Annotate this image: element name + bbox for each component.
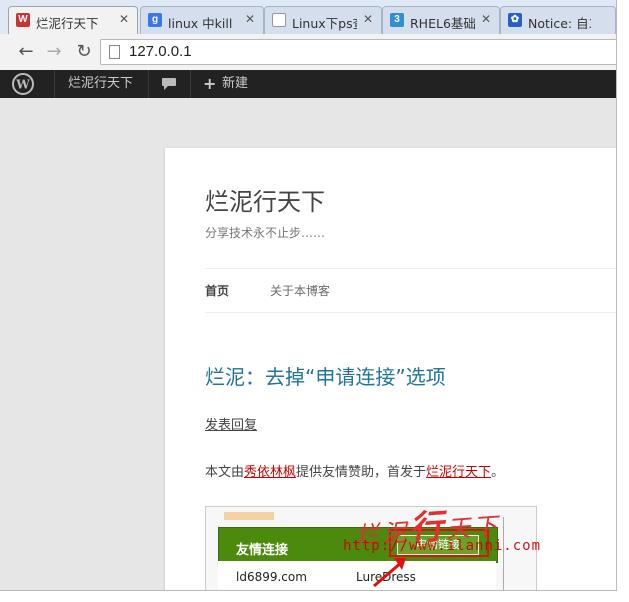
forward-arrow-icon[interactable]: → <box>42 40 66 64</box>
divider <box>503 517 504 590</box>
divider <box>54 70 55 98</box>
close-icon[interactable]: ✕ <box>363 12 373 26</box>
comment-bubble-icon[interactable] <box>160 70 180 98</box>
number-3-icon: 3 <box>390 13 404 27</box>
decor-strip <box>224 512 274 520</box>
tab-title: linux 中kill <box>168 16 233 31</box>
page-icon <box>272 13 286 27</box>
intro-text: 本文由 <box>205 465 245 480</box>
tab-3[interactable]: Linux下ps查 ✕ <box>264 6 382 34</box>
nav-item-about[interactable]: 关于本博客 <box>270 282 330 299</box>
reload-icon[interactable]: ↻ <box>72 40 96 64</box>
divider <box>205 268 616 269</box>
tab-4[interactable]: 3 RHEL6基础 ✕ <box>382 6 500 34</box>
links-header-title: 友情连接 <box>236 543 289 558</box>
admin-bar-new[interactable]: 新建 <box>222 70 248 98</box>
tab-title: Notice: 自3 <box>528 16 591 31</box>
divider <box>205 312 616 313</box>
close-icon[interactable]: ✕ <box>119 12 129 26</box>
close-icon[interactable]: ✕ <box>481 12 491 26</box>
tab-strip: W 烂泥行天下 ✕ g linux 中kill ✕ Linux下ps查 ✕ 3 … <box>0 0 616 34</box>
google-icon: g <box>148 13 162 27</box>
tab-1[interactable]: W 烂泥行天下 ✕ <box>8 6 138 34</box>
wordpress-icon: W <box>16 13 30 27</box>
url-text: 127.0.0.1 <box>129 43 192 60</box>
close-icon[interactable]: ✕ <box>245 12 255 26</box>
divider <box>190 70 191 98</box>
leave-reply-link[interactable]: 发表回复 <box>205 414 257 433</box>
nav-item-home[interactable]: 首页 <box>205 282 229 299</box>
intro-text: 提供友情赞助，首发于 <box>296 465 427 480</box>
browser-toolbar: ← → ↻ 127.0.0.1 <box>0 34 616 71</box>
arrow-annotation-icon <box>373 558 406 588</box>
back-arrow-icon[interactable]: ← <box>14 40 38 64</box>
site-description: 分享技术永不止步…… <box>205 226 326 240</box>
plus-icon[interactable]: + <box>203 70 216 98</box>
page-icon <box>109 45 120 59</box>
post-intro: 本文由秀依林枫提供友情赞助，首发于烂泥行天下。 <box>205 461 504 480</box>
intro-text: 。 <box>491 465 505 480</box>
tab-title: Linux下ps查 <box>292 16 357 31</box>
sponsor-link[interactable]: 秀依林枫 <box>244 465 296 480</box>
site-title[interactable]: 烂泥行天下 <box>205 182 325 217</box>
address-bar[interactable]: 127.0.0.1 <box>100 39 616 65</box>
browser-window: W 烂泥行天下 ✕ g linux 中kill ✕ Linux下ps查 ✕ 3 … <box>0 0 617 591</box>
wp-admin-bar: W 烂泥行天下 + 新建 <box>0 70 616 98</box>
tab-2[interactable]: g linux 中kill ✕ <box>140 6 264 34</box>
paw-icon: ✿ <box>508 13 522 27</box>
tab-title: RHEL6基础 <box>410 16 475 31</box>
svg-text:W: W <box>15 78 30 92</box>
post-title[interactable]: 烂泥：去掉“申请连接”选项 <box>205 361 446 390</box>
divider <box>148 70 149 98</box>
table-cell: ld6899.com <box>236 570 307 584</box>
origin-link[interactable]: 烂泥行天下 <box>426 465 491 480</box>
tab-title: 烂泥行天下 <box>36 16 99 31</box>
admin-bar-site-name[interactable]: 烂泥行天下 <box>68 70 133 98</box>
wordpress-logo-icon[interactable]: W <box>10 70 40 98</box>
tab-5[interactable]: ✿ Notice: 自3 <box>500 6 616 34</box>
